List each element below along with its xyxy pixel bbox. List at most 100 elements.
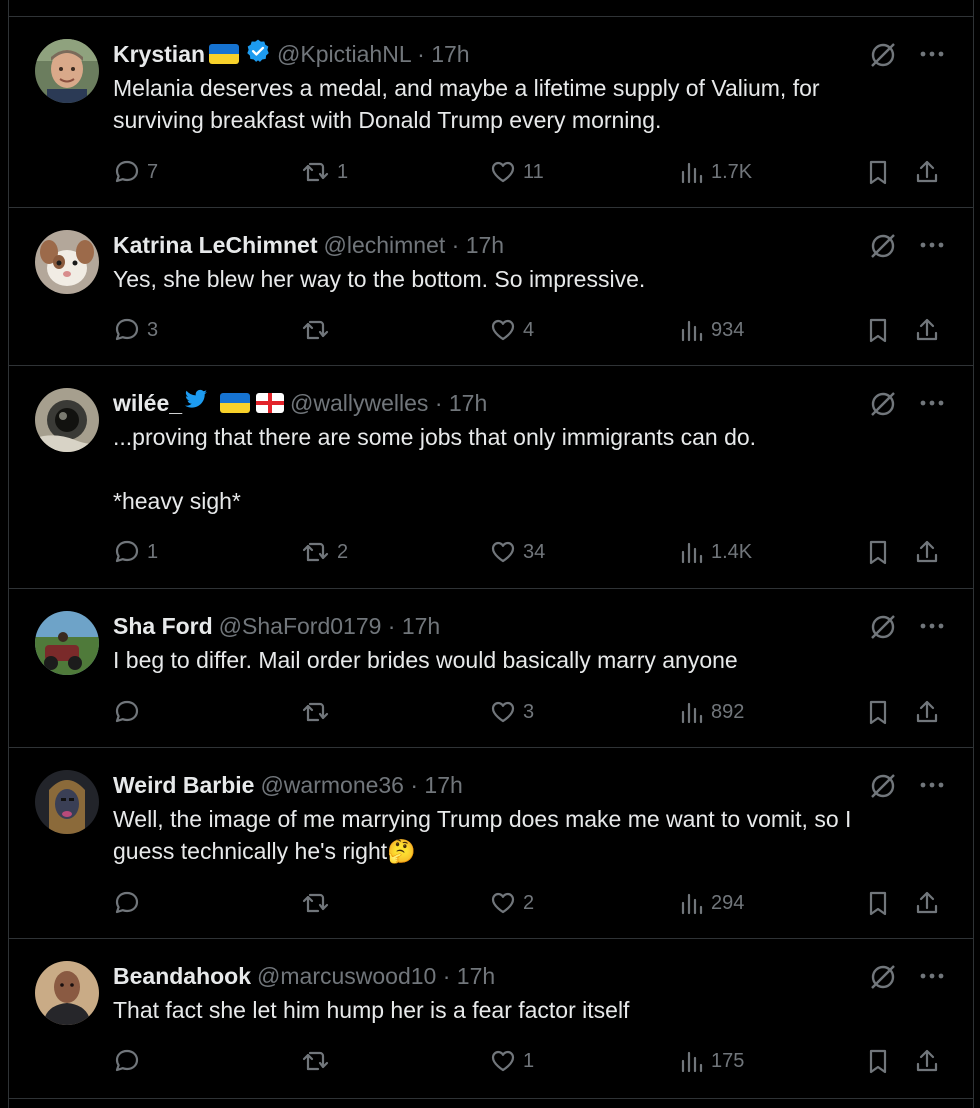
view-count: 294 bbox=[711, 891, 745, 914]
views-button[interactable]: 1.7K bbox=[679, 157, 752, 187]
author-name[interactable]: Beandahook bbox=[113, 963, 251, 990]
retweet-button[interactable] bbox=[301, 1046, 337, 1076]
grok-icon[interactable] bbox=[869, 390, 897, 418]
reply-button[interactable] bbox=[113, 888, 147, 918]
grok-icon[interactable] bbox=[869, 41, 897, 69]
ukraine-flag-icon bbox=[209, 44, 240, 64]
reply-icon bbox=[115, 700, 139, 723]
author-name[interactable]: wilée_ bbox=[113, 390, 182, 417]
retweet-count: 2 bbox=[337, 540, 349, 563]
grok-icon[interactable] bbox=[869, 772, 897, 800]
grok-icon[interactable] bbox=[869, 963, 897, 991]
reply-icon bbox=[115, 540, 139, 563]
retweet-button[interactable] bbox=[301, 888, 337, 918]
share-button[interactable] bbox=[913, 315, 941, 345]
bookmark-button[interactable] bbox=[865, 315, 891, 345]
handle-and-time[interactable]: @lechimnet · 17h bbox=[323, 232, 504, 259]
reply-tweet[interactable]: Krystian @KpictiahNL · 17h Melania deser… bbox=[9, 17, 973, 208]
reply-icon bbox=[115, 1049, 139, 1072]
like-button[interactable]: 2 bbox=[489, 888, 534, 918]
reply-button[interactable] bbox=[113, 1046, 147, 1076]
bookmark-button[interactable] bbox=[865, 888, 891, 918]
reply-button[interactable]: 1 bbox=[113, 537, 158, 567]
grok-icon[interactable] bbox=[869, 232, 897, 260]
view-count: 892 bbox=[711, 700, 745, 723]
share-button[interactable] bbox=[913, 1046, 941, 1076]
share-button[interactable] bbox=[913, 537, 941, 567]
more-icon[interactable] bbox=[919, 238, 945, 252]
bird-icon bbox=[184, 389, 208, 417]
handle-and-time[interactable]: @ShaFord0179 · 17h bbox=[219, 613, 441, 640]
avatar[interactable] bbox=[35, 39, 99, 103]
like-count: 4 bbox=[523, 318, 535, 341]
timeline-right-border bbox=[973, 0, 974, 1108]
reply-tweet[interactable]: Sha Ford @ShaFord0179 · 17h I beg to dif… bbox=[9, 589, 973, 748]
reply-tweet[interactable]: Katrina LeChimnet @lechimnet · 17h Yes, … bbox=[9, 208, 973, 366]
like-count: 34 bbox=[523, 540, 546, 563]
reply-icon bbox=[115, 160, 139, 183]
view-count: 934 bbox=[711, 318, 745, 341]
share-icon bbox=[916, 1049, 938, 1072]
heart-icon bbox=[491, 319, 515, 341]
more-icon[interactable] bbox=[919, 969, 945, 983]
views-button[interactable]: 175 bbox=[679, 1046, 744, 1076]
retweet-button[interactable] bbox=[301, 315, 337, 345]
author-name[interactable]: Katrina LeChimnet bbox=[113, 232, 317, 259]
author-name[interactable]: Krystian bbox=[113, 41, 205, 68]
reply-button[interactable]: 7 bbox=[113, 157, 158, 187]
avatar[interactable] bbox=[35, 611, 99, 675]
handle-and-time[interactable]: @wallywelles · 17h bbox=[290, 390, 487, 417]
bookmark-button[interactable] bbox=[865, 537, 891, 567]
like-button[interactable]: 1 bbox=[489, 1046, 534, 1076]
reply-tweet[interactable]: Beandahook @marcuswood10 · 17h That fact… bbox=[9, 939, 973, 1099]
reply-button[interactable]: 3 bbox=[113, 315, 158, 345]
views-button[interactable]: 892 bbox=[679, 697, 744, 727]
more-icon[interactable] bbox=[919, 47, 945, 61]
action-bar: 3 892 bbox=[113, 697, 953, 727]
action-bar: 1 2 34 1.4K bbox=[113, 537, 953, 567]
avatar[interactable] bbox=[35, 230, 99, 294]
retweet-button[interactable]: 1 bbox=[301, 157, 348, 187]
share-button[interactable] bbox=[913, 888, 941, 918]
retweet-button[interactable]: 2 bbox=[301, 537, 348, 567]
more-icon[interactable] bbox=[919, 396, 945, 410]
like-button[interactable]: 4 bbox=[489, 315, 534, 345]
share-button[interactable] bbox=[913, 697, 941, 727]
reply-tweet[interactable]: wilée_ @wallywelles · 17h ...proving tha… bbox=[9, 366, 973, 589]
grok-icon[interactable] bbox=[869, 613, 897, 641]
views-button[interactable]: 1.4K bbox=[679, 537, 752, 567]
like-button[interactable]: 3 bbox=[489, 697, 534, 727]
bookmark-button[interactable] bbox=[865, 697, 891, 727]
views-button[interactable]: 294 bbox=[679, 888, 744, 918]
retweet-icon bbox=[302, 542, 329, 562]
verified-badge-icon[interactable] bbox=[245, 38, 271, 70]
retweet-icon bbox=[302, 1051, 329, 1071]
bookmark-icon bbox=[869, 540, 887, 565]
like-button[interactable]: 34 bbox=[489, 537, 545, 567]
handle-and-time[interactable]: @KpictiahNL · 17h bbox=[277, 41, 470, 68]
handle-and-time[interactable]: @warmone36 · 17h bbox=[260, 772, 462, 799]
share-icon bbox=[916, 160, 938, 183]
retweet-icon bbox=[302, 162, 329, 182]
reply-tweet[interactable]: Weird Barbie @warmone36 · 17h Well, the … bbox=[9, 748, 973, 939]
share-button[interactable] bbox=[913, 157, 941, 187]
avatar[interactable] bbox=[35, 961, 99, 1025]
bookmark-button[interactable] bbox=[865, 157, 891, 187]
share-icon bbox=[916, 700, 938, 723]
author-name[interactable]: Weird Barbie bbox=[113, 772, 254, 799]
avatar[interactable] bbox=[35, 770, 99, 834]
handle-and-time[interactable]: @marcuswood10 · 17h bbox=[257, 963, 495, 990]
reply-count: 7 bbox=[147, 160, 159, 183]
tweet-text: I beg to differ. Mail order brides would… bbox=[113, 644, 913, 676]
author-name[interactable]: Sha Ford bbox=[113, 613, 213, 640]
more-icon[interactable] bbox=[919, 778, 945, 792]
retweet-button[interactable] bbox=[301, 697, 337, 727]
more-icon[interactable] bbox=[919, 619, 945, 633]
like-count: 11 bbox=[523, 160, 544, 183]
views-button[interactable]: 934 bbox=[679, 315, 744, 345]
avatar[interactable] bbox=[35, 388, 99, 452]
bookmark-icon bbox=[869, 891, 887, 916]
reply-button[interactable] bbox=[113, 697, 147, 727]
bookmark-button[interactable] bbox=[865, 1046, 891, 1076]
like-button[interactable]: 11 bbox=[489, 157, 544, 187]
